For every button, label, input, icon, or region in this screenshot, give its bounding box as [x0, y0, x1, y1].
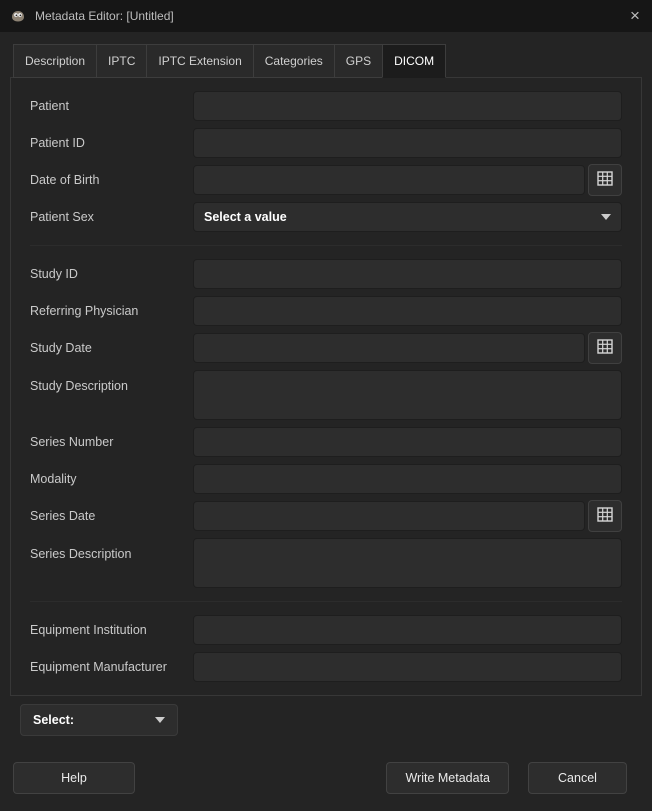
- label-study-id: Study ID: [30, 267, 193, 281]
- form-row-modality: Modality: [30, 464, 622, 494]
- label-series-number: Series Number: [30, 435, 193, 449]
- form-row-series-date: Series Date: [30, 501, 622, 531]
- metadata-editor-window: Metadata Editor: [Untitled] × Descriptio…: [0, 0, 652, 811]
- label-equipment-manufacturer: Equipment Manufacturer: [30, 660, 193, 674]
- window-title: Metadata Editor: [Untitled]: [35, 9, 174, 23]
- tab-iptc[interactable]: IPTC: [96, 44, 147, 78]
- form-row-series-number: Series Number: [30, 427, 622, 457]
- calendar-grid-icon: [597, 171, 613, 189]
- titlebar: Metadata Editor: [Untitled] ×: [0, 0, 652, 32]
- label-series-date: Series Date: [30, 509, 193, 523]
- label-referring-physician: Referring Physician: [30, 304, 193, 318]
- label-patient-sex: Patient Sex: [30, 210, 193, 224]
- tab-bar: Description IPTC IPTC Extension Categori…: [10, 44, 642, 78]
- tab-dicom[interactable]: DICOM: [382, 44, 446, 78]
- form-row-patient-sex: Patient Sex Select a value: [30, 202, 622, 232]
- equipment-manufacturer-input[interactable]: [193, 652, 622, 682]
- group-separator: [30, 245, 622, 246]
- form-row-study-id: Study ID: [30, 259, 622, 289]
- series-description-textarea[interactable]: [193, 538, 622, 588]
- label-study-description: Study Description: [30, 370, 193, 393]
- form-row-equipment-manufacturer: Equipment Manufacturer: [30, 652, 622, 682]
- form-row-equipment-institution: Equipment Institution: [30, 615, 622, 645]
- label-study-date: Study Date: [30, 341, 193, 355]
- tab-iptc-extension[interactable]: IPTC Extension: [146, 44, 253, 78]
- chevron-down-icon: [601, 214, 611, 220]
- write-metadata-button[interactable]: Write Metadata: [386, 762, 509, 794]
- tab-gps[interactable]: GPS: [334, 44, 383, 78]
- close-button[interactable]: ×: [618, 0, 652, 32]
- group-separator: [30, 601, 622, 602]
- series-date-calendar-button[interactable]: [588, 500, 622, 532]
- series-number-input[interactable]: [193, 427, 622, 457]
- label-date-of-birth: Date of Birth: [30, 173, 193, 187]
- tab-categories[interactable]: Categories: [253, 44, 335, 78]
- calendar-grid-icon: [597, 507, 613, 525]
- patient-input[interactable]: [193, 91, 622, 121]
- study-date-input[interactable]: [193, 333, 585, 363]
- form-row-study-date: Study Date: [30, 333, 622, 363]
- calendar-grid-icon: [597, 339, 613, 357]
- label-series-description: Series Description: [30, 538, 193, 561]
- help-button[interactable]: Help: [13, 762, 135, 794]
- referring-physician-input[interactable]: [193, 296, 622, 326]
- label-patient: Patient: [30, 99, 193, 113]
- study-description-textarea[interactable]: [193, 370, 622, 420]
- date-of-birth-calendar-button[interactable]: [588, 164, 622, 196]
- modality-input[interactable]: [193, 464, 622, 494]
- select-dropdown[interactable]: Select:: [20, 704, 178, 736]
- form-row-patient-id: Patient ID: [30, 128, 622, 158]
- label-equipment-institution: Equipment Institution: [30, 623, 193, 637]
- form-row-date-of-birth: Date of Birth: [30, 165, 622, 195]
- label-modality: Modality: [30, 472, 193, 486]
- form-row-study-description: Study Description: [30, 370, 622, 420]
- form-row-referring-physician: Referring Physician: [30, 296, 622, 326]
- patient-id-input[interactable]: [193, 128, 622, 158]
- form-row-series-description: Series Description: [30, 538, 622, 588]
- equipment-institution-input[interactable]: [193, 615, 622, 645]
- label-patient-id: Patient ID: [30, 136, 193, 150]
- patient-sex-value: Select a value: [204, 210, 287, 224]
- tab-description[interactable]: Description: [13, 44, 97, 78]
- select-dropdown-label: Select:: [33, 713, 74, 727]
- form-row-patient: Patient: [30, 91, 622, 121]
- dialog-footer: Help Write Metadata Cancel: [0, 736, 652, 794]
- app-icon: [10, 8, 26, 24]
- study-date-calendar-button[interactable]: [588, 332, 622, 364]
- patient-sex-select[interactable]: Select a value: [193, 202, 622, 232]
- study-id-input[interactable]: [193, 259, 622, 289]
- date-of-birth-input[interactable]: [193, 165, 585, 195]
- cancel-button[interactable]: Cancel: [528, 762, 627, 794]
- dicom-form-panel: Patient Patient ID Date of Birth: [10, 77, 642, 696]
- chevron-down-icon: [155, 717, 165, 723]
- series-date-input[interactable]: [193, 501, 585, 531]
